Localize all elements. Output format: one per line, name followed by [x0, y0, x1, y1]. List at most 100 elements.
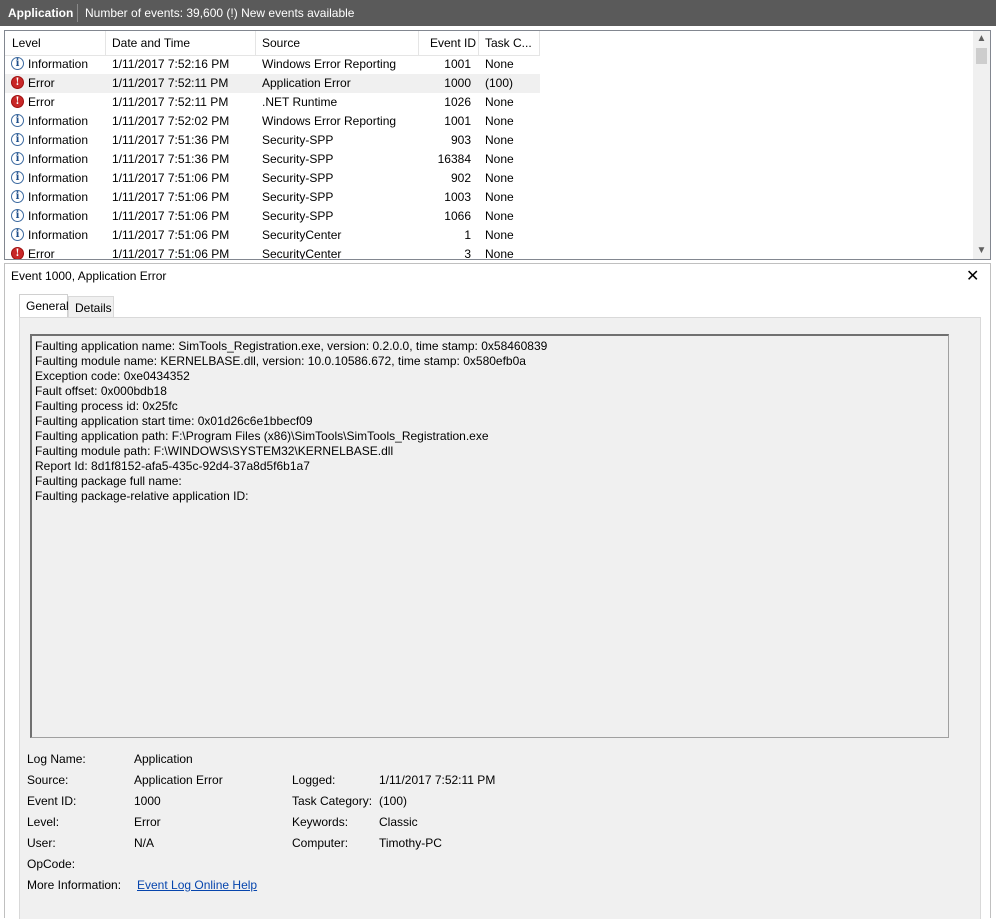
cell-event-id: 1066: [444, 209, 471, 223]
cell-datetime: 1/11/2017 7:52:16 PM: [112, 57, 230, 71]
description-line: Faulting module name: KERNELBASE.dll, ve…: [35, 354, 526, 368]
event-id-value: 1000: [134, 794, 161, 808]
cell-level: Information: [28, 114, 89, 128]
level-value: Error: [134, 815, 161, 829]
event-log-online-help-link[interactable]: Event Log Online Help: [137, 878, 257, 892]
column-divider[interactable]: [105, 31, 106, 55]
info-icon: i: [11, 133, 24, 146]
cell-source: Security-SPP: [262, 190, 334, 204]
cell-datetime: 1/11/2017 7:51:06 PM: [112, 209, 230, 223]
column-date-time[interactable]: Date and Time: [112, 36, 190, 50]
cell-level: Error: [28, 95, 55, 109]
close-icon[interactable]: ✕: [966, 266, 979, 286]
cell-task: None: [485, 171, 514, 185]
info-icon: i: [11, 171, 24, 184]
cell-source: Application Error: [262, 76, 351, 90]
column-divider[interactable]: [418, 31, 419, 55]
cell-level: Error: [28, 247, 55, 260]
event-row[interactable]: i Information 1/11/2017 7:52:16 PM Windows …: [5, 55, 540, 74]
event-count-label[interactable]: Number of events: 39,600 (!) New events …: [85, 6, 354, 20]
description-line: Faulting package-relative application ID…: [35, 489, 249, 503]
task-category-value: (100): [379, 794, 408, 808]
cell-source: Security-SPP: [262, 209, 334, 223]
cell-event-id: 1026: [444, 95, 471, 109]
column-divider[interactable]: [478, 31, 479, 55]
event-row[interactable]: i Information 1/11/2017 7:51:06 PM Security…: [5, 169, 540, 188]
more-information-label: More Information:: [27, 878, 122, 892]
cell-task: (100): [485, 76, 514, 90]
list-header: Level Date and Time Source Event ID Task…: [5, 31, 540, 56]
event-id-label: Event ID:: [27, 794, 77, 808]
error-icon: !: [11, 95, 24, 108]
opcode-label: OpCode:: [27, 857, 76, 871]
cell-level: Information: [28, 190, 89, 204]
event-row[interactable]: ! Error 1/11/2017 7:52:11 PM Application Er…: [5, 74, 540, 93]
cell-level: Information: [28, 152, 89, 166]
tab-details[interactable]: Details: [68, 296, 114, 318]
info-icon: i: [11, 209, 24, 222]
cell-level: Information: [28, 57, 89, 71]
cell-level: Information: [28, 133, 89, 147]
log-name-title: Application: [8, 6, 74, 20]
cell-datetime: 1/11/2017 7:51:36 PM: [112, 152, 230, 166]
error-icon: !: [11, 76, 24, 89]
keywords-value: Classic: [379, 815, 418, 829]
scroll-thumb[interactable]: [976, 48, 987, 64]
column-source[interactable]: Source: [262, 36, 300, 50]
tab-general-label: General: [26, 299, 69, 313]
column-divider[interactable]: [255, 31, 256, 55]
cell-source: Security-SPP: [262, 152, 334, 166]
cell-source: Security-SPP: [262, 171, 334, 185]
task-category-label: Task Category:: [292, 794, 373, 808]
events-list[interactable]: Level Date and Time Source Event ID Task…: [4, 30, 991, 260]
cell-datetime: 1/11/2017 7:52:02 PM: [112, 114, 230, 128]
logged-value: 1/11/2017 7:52:11 PM: [379, 773, 496, 787]
column-event-id[interactable]: Event ID: [430, 36, 476, 50]
scroll-down-icon[interactable]: ▼: [973, 243, 990, 259]
info-icon: i: [11, 228, 24, 241]
cell-task: None: [485, 247, 514, 260]
description-line: Faulting application name: SimTools_Regi…: [35, 339, 548, 353]
event-row[interactable]: ! Error 1/11/2017 7:52:11 PM .NET Runtime 10…: [5, 93, 540, 112]
description-line: Report Id: 8d1f8152-afa5-435c-92d4-37a8d…: [35, 459, 310, 473]
cell-task: None: [485, 95, 514, 109]
event-row[interactable]: i Information 1/11/2017 7:51:06 PM Security…: [5, 226, 540, 245]
cell-event-id: 16384: [437, 152, 471, 166]
event-row[interactable]: i Information 1/11/2017 7:52:02 PM Windows …: [5, 112, 540, 131]
column-level[interactable]: Level: [12, 36, 41, 50]
info-icon: i: [11, 57, 24, 70]
cell-datetime: 1/11/2017 7:52:11 PM: [112, 76, 229, 90]
log-name-label: Log Name:: [27, 752, 86, 766]
description-line: Faulting package full name:: [35, 474, 182, 488]
user-value: N/A: [134, 836, 155, 850]
tab-general[interactable]: General: [19, 294, 69, 318]
event-row[interactable]: i Information 1/11/2017 7:51:06 PM Security…: [5, 188, 540, 207]
column-task-category[interactable]: Task C...: [485, 36, 532, 50]
event-row[interactable]: i Information 1/11/2017 7:51:36 PM Security…: [5, 131, 540, 150]
list-vertical-scrollbar[interactable]: ▲ ▼: [973, 31, 990, 259]
cell-level: Error: [28, 76, 55, 90]
event-row[interactable]: ! Error 1/11/2017 7:51:06 PM SecurityCenter…: [5, 245, 540, 260]
cell-datetime: 1/11/2017 7:51:06 PM: [112, 171, 230, 185]
cell-datetime: 1/11/2017 7:51:06 PM: [112, 190, 230, 204]
info-icon: i: [11, 190, 24, 203]
logged-label: Logged:: [292, 773, 336, 787]
events-title-bar: Application Number of events: 39,600 (!)…: [0, 0, 996, 26]
cell-event-id: 1001: [444, 57, 471, 71]
computer-value: Timothy-PC: [379, 836, 442, 850]
user-label: User:: [27, 836, 56, 850]
event-row[interactable]: i Information 1/11/2017 7:51:36 PM Security…: [5, 150, 540, 169]
event-description-box[interactable]: Faulting application name: SimTools_Regi…: [30, 334, 949, 738]
scroll-up-icon[interactable]: ▲: [973, 31, 990, 47]
cell-source: SecurityCenter: [262, 228, 342, 242]
info-icon: i: [11, 152, 24, 165]
log-name-value: Application: [134, 752, 193, 766]
cell-task: None: [485, 152, 514, 166]
description-line: Faulting process id: 0x25fc: [35, 399, 178, 413]
cell-task: None: [485, 133, 514, 147]
error-icon: !: [11, 247, 24, 259]
cell-event-id: 903: [450, 133, 471, 147]
event-row[interactable]: i Information 1/11/2017 7:51:06 PM Security…: [5, 207, 540, 226]
event-detail-pane: Event 1000, Application Error ✕ General …: [4, 263, 991, 919]
column-divider[interactable]: [539, 31, 540, 55]
